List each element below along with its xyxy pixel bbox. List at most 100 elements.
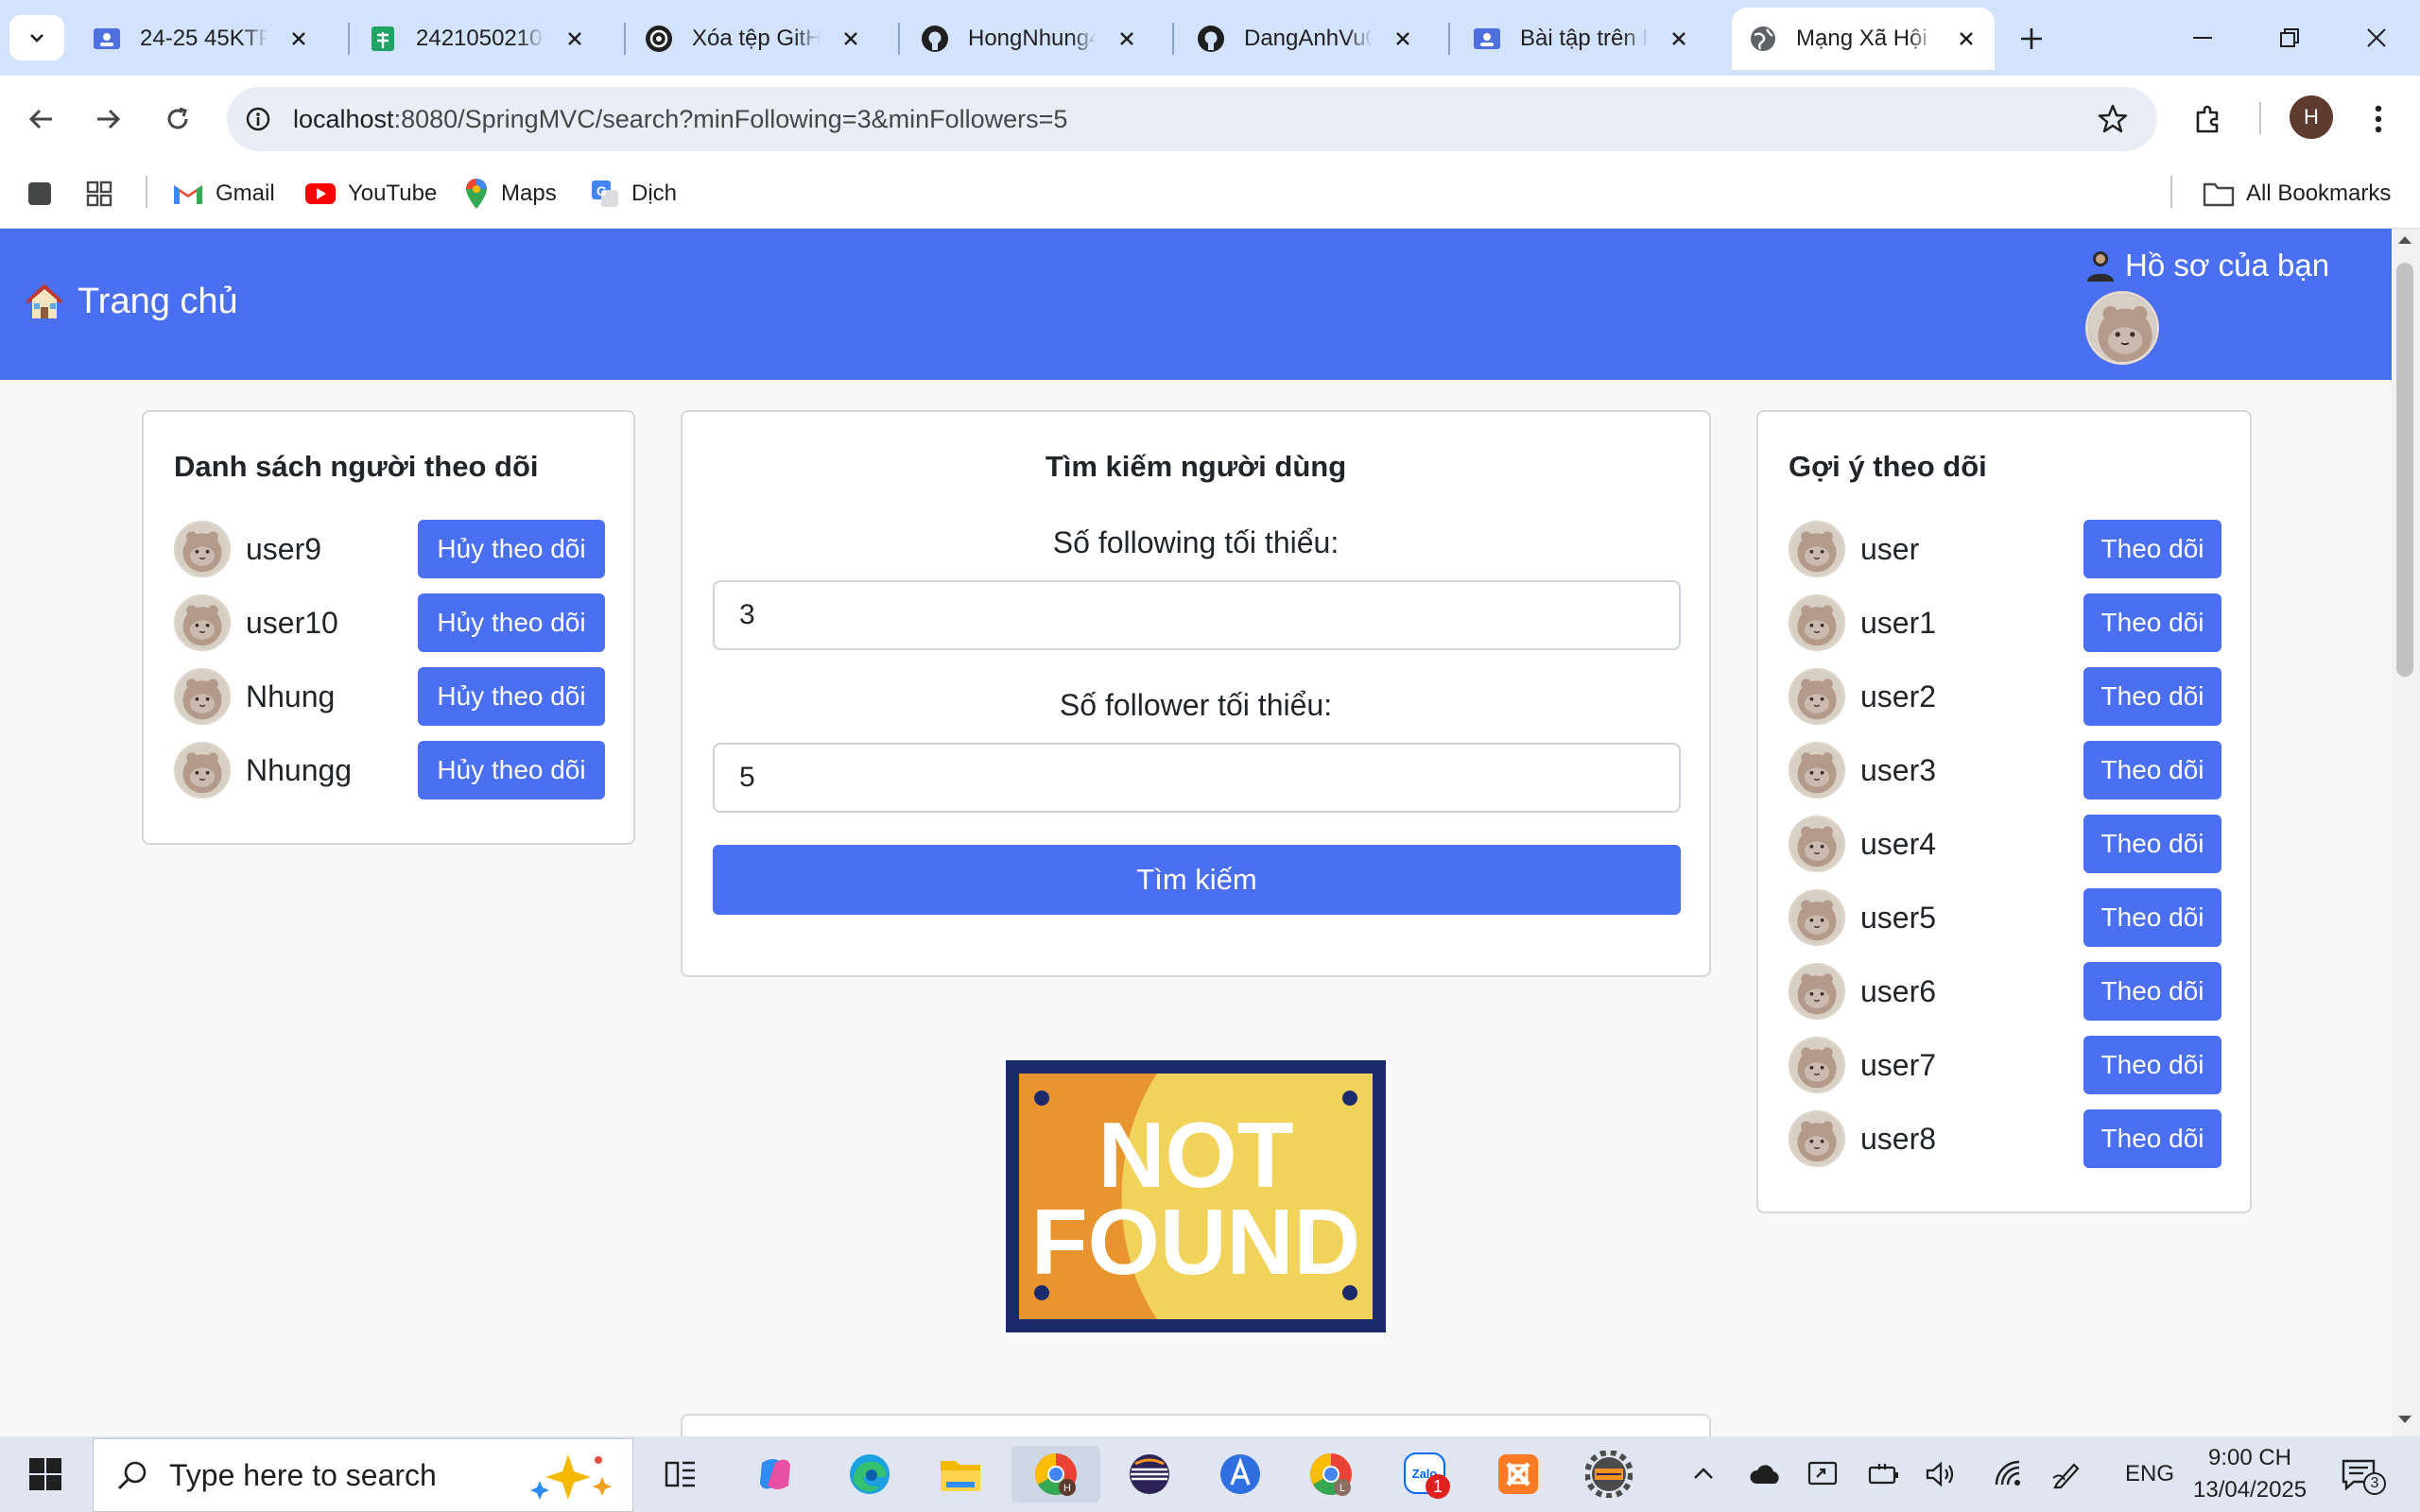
new-tab-button[interactable] (2010, 17, 2053, 60)
follow-button[interactable]: Theo dõi (2083, 815, 2221, 873)
close-icon[interactable] (1114, 26, 1140, 52)
restore-icon (2280, 28, 2299, 47)
tab-search-button[interactable] (9, 15, 64, 60)
close-icon[interactable] (562, 26, 588, 52)
language-indicator[interactable]: ENG (2125, 1455, 2174, 1493)
close-icon[interactable] (285, 26, 312, 52)
unfollow-button[interactable]: Hủy theo dõi (418, 520, 605, 578)
bookmark-gmail[interactable]: Gmail (172, 172, 275, 215)
min-followers-label: Số follower tối thiểu: (1059, 688, 1333, 722)
chrome-app-active[interactable]: H (1011, 1446, 1100, 1503)
restore-button[interactable] (2252, 9, 2327, 66)
address-bar[interactable]: localhost:8080/SpringMVC/search?minFollo… (227, 87, 2157, 151)
scrollbar-thumb[interactable] (2396, 263, 2413, 677)
bookmark-maps[interactable]: Maps (463, 172, 557, 215)
minimize-button[interactable] (2165, 9, 2240, 66)
avatar (1789, 668, 1845, 725)
profile-avatar-button[interactable]: H (2290, 95, 2333, 139)
avatar (1789, 521, 1845, 577)
unfollow-button[interactable]: Hủy theo dõi (418, 593, 605, 652)
avatar (1789, 594, 1845, 651)
bookmark-translate[interactable]: G Dịch (590, 172, 677, 215)
back-button[interactable] (17, 94, 66, 144)
windows-icon (29, 1458, 61, 1490)
site-info-icon[interactable] (244, 105, 272, 133)
unfollow-button[interactable]: Hủy theo dõi (418, 667, 605, 726)
folder-icon (2203, 182, 2235, 207)
min-following-input[interactable]: 3 (713, 580, 1681, 650)
start-button[interactable] (17, 1446, 74, 1503)
menu-button[interactable] (2354, 94, 2403, 144)
close-icon[interactable] (838, 26, 864, 52)
avatar (174, 521, 231, 577)
follow-button[interactable]: Theo dõi (2083, 962, 2221, 1021)
username: user1 (1860, 605, 1937, 640)
clock[interactable]: 9:00 CH 13/04/2025 (2193, 1442, 2307, 1506)
follow-button[interactable]: Theo dõi (2083, 1109, 2221, 1168)
tab-sheets[interactable]: 242105021001 (352, 8, 603, 70)
tab-classroom-1[interactable]: 24-25 45KTPM (76, 8, 327, 70)
zalo-app[interactable]: Zalo 1 (1397, 1446, 1454, 1503)
battery-tray[interactable] (1868, 1455, 1900, 1493)
eclipse-app[interactable] (1121, 1446, 1178, 1503)
pen-tray[interactable] (2051, 1455, 2083, 1493)
suggested-user-row: user6 Theo dõi (1789, 962, 2221, 1021)
java-ee-ide-app[interactable] (1581, 1446, 1637, 1503)
chrome-profile-l-app[interactable]: L (1303, 1446, 1359, 1503)
tab-github-2[interactable]: DangAnhVu02 (1180, 8, 1431, 70)
clock-date: 13/04/2025 (2193, 1477, 2308, 1503)
close-icon[interactable] (1666, 26, 1692, 52)
bookmark-label: YouTube (348, 180, 438, 206)
app-store-app[interactable] (1212, 1446, 1269, 1503)
close-icon[interactable] (1953, 26, 1979, 52)
all-bookmarks-button[interactable]: All Bookmarks (2203, 172, 2391, 215)
min-followers-input[interactable]: 5 (713, 743, 1681, 813)
tab-classroom-2[interactable]: Bài tập trên lớp (1456, 8, 1707, 70)
close-window-button[interactable] (2339, 9, 2414, 66)
nav-avatar[interactable] (2085, 291, 2159, 365)
extensions-button[interactable] (2184, 94, 2233, 144)
forward-button[interactable] (83, 94, 132, 144)
tab-github-1[interactable]: HongNhung47 (904, 8, 1155, 70)
reload-button[interactable] (153, 94, 202, 144)
scroll-up-icon[interactable] (2395, 232, 2414, 252)
youtube-icon (305, 183, 336, 204)
file-explorer-app[interactable] (932, 1446, 989, 1503)
copilot-app[interactable] (747, 1446, 804, 1503)
avatar (174, 594, 231, 651)
follow-button[interactable]: Theo dõi (2083, 520, 2221, 578)
notification-center[interactable]: 3 (2341, 1455, 2386, 1495)
meet-now-tray[interactable] (1807, 1455, 1838, 1493)
more-vert-icon (2375, 105, 2382, 133)
xampp-app[interactable] (1490, 1446, 1547, 1503)
avatar (1789, 742, 1845, 799)
bookmark-youtube[interactable]: YouTube (304, 172, 437, 215)
tab-social-network-active[interactable]: Mạng Xã Hội (1732, 8, 1995, 70)
bookmark-apps-square[interactable] (26, 172, 53, 215)
follow-button[interactable]: Theo dõi (2083, 741, 2221, 799)
follow-button[interactable]: Theo dõi (2083, 888, 2221, 947)
unfollow-button[interactable]: Hủy theo dõi (418, 741, 605, 799)
scroll-down-icon[interactable] (2395, 1412, 2414, 1432)
volume-tray[interactable] (1925, 1455, 1957, 1493)
tab-title: Xóa tệp GitHub (692, 26, 821, 51)
profile-link[interactable]: Hồ sơ của bạn (2085, 248, 2329, 284)
bookmark-star-icon[interactable] (2097, 103, 2129, 135)
plus-icon (2021, 28, 2042, 49)
close-icon[interactable] (1390, 26, 1416, 52)
onedrive-tray[interactable] (1749, 1455, 1783, 1493)
taskbar-search[interactable]: Type here to search (93, 1438, 633, 1512)
follow-button[interactable]: Theo dõi (2083, 667, 2221, 726)
follow-button[interactable]: Theo dõi (2083, 1036, 2221, 1094)
tab-chatgpt[interactable]: Xóa tệp GitHub (628, 8, 879, 70)
arrow-left-icon (28, 109, 52, 129)
edge-icon (850, 1454, 890, 1494)
wifi-tray[interactable] (1993, 1455, 2025, 1493)
tray-overflow-button[interactable] (1690, 1455, 1717, 1493)
apps-grid-button[interactable] (85, 172, 113, 215)
home-link[interactable]: Trang chủ (25, 282, 238, 322)
task-view-button[interactable] (652, 1446, 709, 1503)
edge-app[interactable] (841, 1446, 898, 1503)
follow-button[interactable]: Theo dõi (2083, 593, 2221, 652)
search-button[interactable]: Tìm kiếm (713, 845, 1681, 915)
